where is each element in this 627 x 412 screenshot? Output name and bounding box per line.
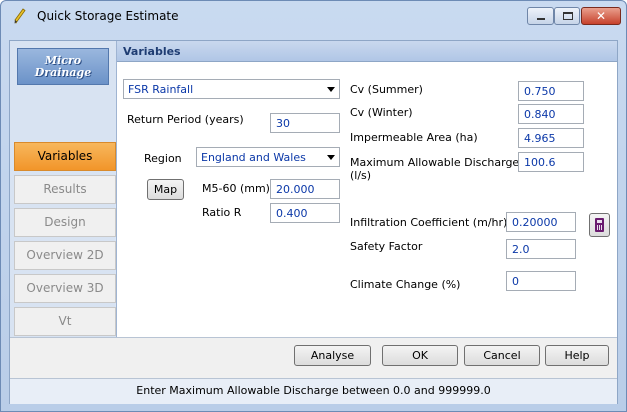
- calculator-button[interactable]: [589, 213, 610, 237]
- impermeable-area-label: Impermeable Area (ha): [350, 131, 478, 144]
- minimize-button[interactable]: [527, 7, 554, 25]
- cv-summer-label: Cv (Summer): [350, 83, 423, 96]
- panel-title: Variables: [123, 45, 181, 58]
- micro-drainage-logo: Micro Drainage: [17, 48, 109, 85]
- climate-change-label: Climate Change (%): [350, 278, 461, 291]
- close-button[interactable]: ✕: [581, 7, 621, 25]
- chevron-down-icon: [327, 155, 335, 160]
- maximize-icon: [563, 12, 573, 20]
- return-period-label: Return Period (years): [127, 113, 244, 126]
- climate-change-field[interactable]: 0: [506, 271, 576, 291]
- cv-winter-field[interactable]: 0.840: [518, 104, 584, 124]
- title-bar[interactable]: Quick Storage Estimate ✕: [1, 1, 626, 31]
- m5-60-label: M5-60 (mm): [202, 182, 270, 195]
- minimize-icon: [537, 18, 545, 20]
- window-title: Quick Storage Estimate: [37, 9, 179, 23]
- safety-factor-field[interactable]: 2.0: [506, 239, 576, 259]
- max-discharge-field[interactable]: 100.6: [518, 152, 584, 172]
- rainfall-type-value: FSR Rainfall: [128, 83, 194, 96]
- cv-summer-field[interactable]: 0.750: [518, 81, 584, 101]
- sidebar: Micro Drainage Variables Results Design …: [10, 41, 117, 337]
- pencil-icon: [14, 8, 26, 24]
- rainfall-type-select[interactable]: FSR Rainfall: [123, 79, 340, 99]
- cancel-button[interactable]: Cancel: [464, 345, 540, 366]
- ok-button[interactable]: OK: [382, 345, 458, 366]
- chevron-down-icon: [327, 87, 335, 92]
- sidebar-item-variables[interactable]: Variables: [14, 142, 116, 171]
- return-period-field[interactable]: 30: [270, 113, 340, 133]
- calculator-icon: [595, 218, 604, 232]
- divider: [10, 337, 617, 338]
- max-discharge-unit: (l/s): [350, 169, 372, 182]
- panel-header: Variables: [117, 41, 617, 62]
- max-discharge-label: Maximum Allowable Discharge: [350, 156, 520, 169]
- analyse-button[interactable]: Analyse: [294, 345, 371, 366]
- region-label: Region: [144, 152, 182, 165]
- sidebar-item-overview-3d[interactable]: Overview 3D: [14, 274, 116, 303]
- ratio-r-label: Ratio R: [202, 206, 242, 219]
- logo-line-2: Drainage: [34, 66, 92, 79]
- infiltration-coefficient-field[interactable]: 0.20000: [506, 212, 576, 232]
- sidebar-item-results[interactable]: Results: [14, 175, 116, 204]
- cv-winter-label: Cv (Winter): [350, 106, 413, 119]
- close-icon: ✕: [595, 9, 607, 23]
- help-button[interactable]: Help: [545, 345, 609, 366]
- region-select[interactable]: England and Wales: [196, 147, 340, 167]
- infiltration-coefficient-label: Infiltration Coefficient (m/hr): [350, 216, 508, 229]
- dialog-client: Micro Drainage Variables Results Design …: [9, 40, 618, 404]
- map-button[interactable]: Map: [147, 179, 184, 200]
- safety-factor-label: Safety Factor: [350, 240, 423, 253]
- ratio-r-field[interactable]: 0.400: [270, 203, 340, 223]
- maximize-button[interactable]: [554, 7, 580, 25]
- sidebar-item-overview-2d[interactable]: Overview 2D: [14, 241, 116, 270]
- status-bar: Enter Maximum Allowable Discharge betwee…: [10, 378, 617, 404]
- sidebar-item-design[interactable]: Design: [14, 208, 116, 237]
- region-value: England and Wales: [201, 151, 306, 164]
- sidebar-item-vt[interactable]: Vt: [14, 307, 116, 336]
- impermeable-area-field[interactable]: 4.965: [518, 128, 584, 148]
- m5-60-field[interactable]: 20.000: [270, 179, 340, 199]
- app-window: Quick Storage Estimate ✕ Micro Drainage …: [0, 0, 627, 412]
